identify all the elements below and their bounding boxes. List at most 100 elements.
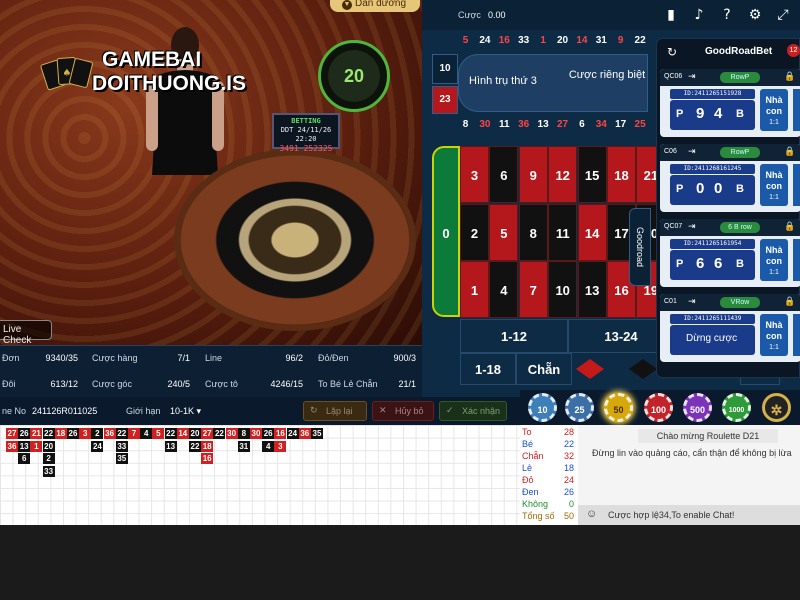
goodroad-card[interactable]: C06 ⇥ RowP 🔒 ID:2411268161245 P 0 0 B Nhà con 1:1	[660, 144, 800, 212]
number-cell[interactable]: 11	[548, 203, 578, 261]
check-icon: ✓	[446, 405, 454, 415]
chat-input[interactable]: ☺ Cược hợp lệ34,To enable Chat!	[578, 505, 800, 525]
number-cell[interactable]: 1	[460, 261, 489, 318]
dozen-1-12[interactable]: 1-12	[460, 319, 568, 353]
race-number[interactable]: 1	[534, 31, 553, 51]
road-digit: 9	[696, 105, 705, 122]
stat-cell: To Bé Lẻ Chẵn 21/1	[318, 379, 416, 389]
banker-bet-button[interactable]: Nhà con 1:1	[760, 239, 788, 281]
chip-100[interactable]: 100	[644, 393, 673, 422]
guide-button[interactable]: ▼ Dẫn đường	[330, 0, 420, 12]
goodroad-card[interactable]: QC06 ⇥ RowP 🔒 ID:2411265151928 P 9 4 B Nhà con 1:1	[660, 69, 800, 137]
limit-dropdown[interactable]: 10-1K ▾	[170, 406, 201, 417]
enter-icon[interactable]: ⇥	[688, 146, 696, 157]
enter-icon[interactable]: ⇥	[688, 296, 696, 307]
race-number[interactable]: 17	[611, 115, 630, 135]
chat-panel: Chào mừng Roulette D21 Đừng lin vào quản…	[578, 425, 800, 525]
road-result[interactable]: P00B	[670, 175, 755, 205]
cancel-button[interactable]: ✕ Hủy bỏ	[372, 401, 434, 421]
race-number[interactable]: 14	[572, 31, 591, 51]
road-result[interactable]: Dừng cược	[670, 325, 755, 355]
summary-row: To 28	[522, 427, 576, 439]
chip-50[interactable]: 50	[604, 393, 633, 422]
goodroad-card[interactable]: QC07 ⇥ 6 B row 🔒 ID:2411265161954 P 6 6 B Nhà con 1…	[660, 219, 800, 287]
number-cell[interactable]: 8	[518, 203, 548, 261]
goodroad-card[interactable]: C01 ⇥ VRow 🔒 ID:2411265111439 Dừng cược Nhà con…	[660, 294, 800, 362]
enter-icon[interactable]: ⇥	[688, 71, 696, 82]
road-result[interactable]: P94 B	[670, 100, 755, 130]
bet-even[interactable]: Chẵn	[516, 353, 572, 385]
emoji-icon[interactable]: ☺	[586, 508, 597, 520]
number-cell[interactable]: 2	[460, 203, 489, 261]
special-bet[interactable]: Cược riêng biệt	[567, 69, 647, 82]
zero-cell[interactable]: 0	[432, 146, 460, 317]
chip-10[interactable]: 10	[528, 393, 557, 422]
race-number[interactable]: 6	[572, 115, 591, 135]
rebet-button[interactable]: ↻ Lặp lại	[303, 401, 367, 421]
lock-icon[interactable]: 🔒	[784, 71, 795, 82]
race-number[interactable]: 27	[553, 115, 572, 135]
race-number[interactable]: 20	[553, 31, 572, 51]
chip-1000[interactable]: 1000	[722, 393, 751, 422]
race-number[interactable]: 31	[592, 31, 611, 51]
number-cell[interactable]: 13	[577, 261, 607, 318]
banker-bet-button[interactable]: Nhà con 1:1	[760, 89, 788, 131]
stat-label: Cược tô	[205, 379, 238, 389]
race-number[interactable]: 33	[514, 31, 533, 51]
race-left-bottom[interactable]: 23	[432, 86, 458, 114]
road-result[interactable]: P66B	[670, 250, 755, 280]
bet-1-18[interactable]: 1-18	[460, 353, 516, 385]
number-cell[interactable]: 12	[548, 146, 578, 203]
lock-icon[interactable]: 🔒	[784, 221, 795, 232]
number-cell[interactable]: 7	[518, 261, 548, 318]
history-result: 30	[225, 428, 238, 439]
banker-bet-button[interactable]: Nhà con 1:1	[760, 164, 788, 206]
race-number[interactable]: 5	[456, 31, 475, 51]
enter-icon[interactable]: ⇥	[688, 221, 696, 232]
number-cell[interactable]: 18	[607, 146, 636, 203]
race-number[interactable]: 8	[456, 115, 475, 135]
race-number[interactable]: 22	[631, 31, 650, 51]
number-cell[interactable]: 4	[489, 261, 519, 318]
race-number[interactable]: 16	[495, 31, 514, 51]
red-diamond-icon[interactable]	[575, 358, 605, 380]
race-number[interactable]: 25	[631, 115, 650, 135]
number-cell[interactable]: 15	[577, 146, 607, 203]
race-left-top[interactable]: 10	[432, 54, 458, 84]
signal-icon: ▮	[667, 7, 675, 23]
fullscreen-icon[interactable]: ⤢	[774, 6, 792, 24]
race-number[interactable]: 24	[475, 31, 494, 51]
race-number[interactable]: 36	[514, 115, 533, 135]
chip-500[interactable]: 500	[683, 393, 712, 422]
player-label: P	[676, 108, 684, 120]
refresh-icon[interactable]: ↻	[667, 45, 677, 59]
number-cell[interactable]: 3	[460, 146, 489, 203]
number-cell[interactable]: 5	[489, 203, 519, 261]
race-number[interactable]: 13	[534, 115, 553, 135]
number-cell[interactable]: 14	[577, 203, 607, 261]
goodroad-tab[interactable]: Goodroad	[629, 208, 651, 286]
help-icon[interactable]: ?	[718, 6, 736, 24]
race-number[interactable]: 9	[611, 31, 630, 51]
summary-value: 24	[563, 475, 574, 485]
banker-bet-button[interactable]: Nhà con 1:1	[760, 314, 788, 356]
chip-25[interactable]: 25	[565, 393, 594, 422]
number-cell[interactable]: 6	[489, 146, 519, 203]
chip-settings-icon[interactable]: ✲	[762, 393, 791, 422]
tier-bet[interactable]: Hình trụ thứ 3	[469, 75, 537, 87]
race-number[interactable]: 30	[475, 115, 494, 135]
lock-icon[interactable]: 🔒	[784, 146, 795, 157]
summary-value: 50	[563, 511, 574, 521]
side-label-1: Nhà	[765, 320, 783, 330]
number-cell[interactable]: 10	[548, 261, 578, 318]
black-diamond-icon[interactable]	[628, 358, 658, 380]
lock-icon[interactable]: 🔒	[784, 296, 795, 307]
volume-icon[interactable]: ♪	[690, 6, 708, 24]
number-cell[interactable]: 9	[518, 146, 548, 203]
live-check-button[interactable]: Live Check	[0, 320, 52, 345]
confirm-button[interactable]: ✓ Xác nhận	[439, 401, 507, 421]
race-number[interactable]: 11	[495, 115, 514, 135]
race-number[interactable]: 34	[592, 115, 611, 135]
gear-icon[interactable]: ⚙	[746, 6, 764, 24]
stat-cell: Đơn 9340/35	[2, 353, 78, 363]
